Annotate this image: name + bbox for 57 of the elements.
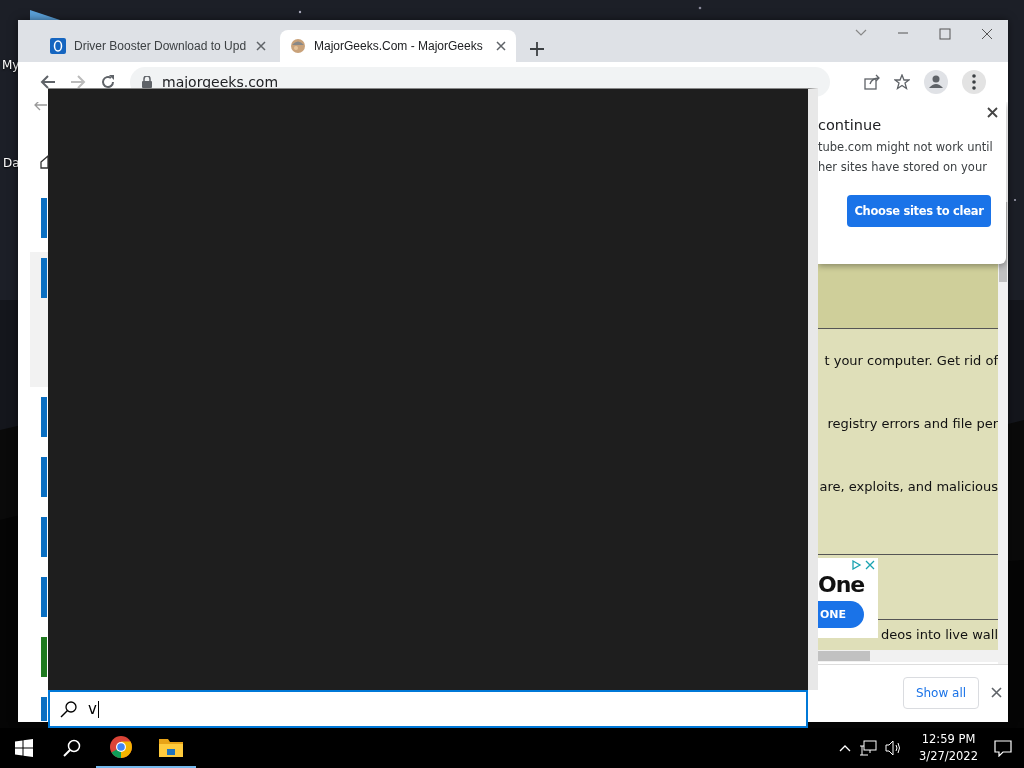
- menu-icon[interactable]: [962, 70, 986, 94]
- close-icon[interactable]: [991, 687, 1002, 698]
- ad-banner[interactable]: One ONE: [818, 558, 878, 638]
- close-icon[interactable]: [981, 28, 993, 40]
- article-text: registry errors and file per: [826, 415, 998, 433]
- favicon-icon: [290, 38, 306, 54]
- article-text: t your computer. Get rid of: [823, 352, 998, 370]
- popup-title: continue: [818, 117, 883, 133]
- browser-tab[interactable]: MajorGeeks.Com - MajorGeeks: [280, 30, 516, 62]
- network-icon[interactable]: [859, 740, 878, 756]
- forward-icon[interactable]: [70, 74, 86, 90]
- settings-tile[interactable]: [41, 198, 47, 238]
- time-text: 12:59 PM: [921, 731, 976, 748]
- star-icon[interactable]: [894, 74, 910, 90]
- settings-tile[interactable]: [41, 457, 47, 497]
- search-field[interactable]: v: [48, 690, 808, 728]
- lock-icon: [142, 76, 152, 88]
- choose-sites-button[interactable]: Choose sites to clear: [847, 195, 991, 227]
- scrollbar[interactable]: [998, 202, 1008, 664]
- browser-tab[interactable]: Driver Booster Download to Upd: [40, 30, 276, 62]
- ad-button[interactable]: ONE: [818, 601, 864, 628]
- ad-choices-icon[interactable]: [852, 560, 876, 570]
- favicon-icon: [50, 38, 66, 54]
- desktop-icon-label[interactable]: My: [2, 58, 20, 72]
- profile-icon[interactable]: [924, 70, 948, 94]
- search-icon: [63, 739, 81, 757]
- date-text: 3/27/2022: [919, 748, 978, 765]
- search-icon: [60, 700, 78, 718]
- settings-tile[interactable]: [41, 258, 47, 298]
- close-icon[interactable]: [987, 107, 998, 118]
- reload-icon[interactable]: [100, 74, 116, 90]
- notification-icon[interactable]: [994, 739, 1012, 757]
- settings-tile[interactable]: [41, 577, 47, 617]
- chrome-icon: [109, 735, 133, 759]
- folder-icon: [159, 736, 183, 758]
- article-text: are, exploits, and malicious: [818, 478, 998, 496]
- share-icon[interactable]: [864, 74, 880, 90]
- popup-text: tube.com might not work until: [818, 141, 994, 153]
- settings-tile[interactable]: [41, 637, 47, 677]
- home-icon[interactable]: [40, 155, 50, 169]
- close-icon[interactable]: [496, 41, 506, 51]
- settings-tile[interactable]: [41, 697, 47, 721]
- settings-tile[interactable]: [41, 397, 47, 437]
- back-icon[interactable]: [40, 74, 56, 90]
- close-icon[interactable]: [256, 41, 266, 51]
- maximize-icon[interactable]: [939, 28, 951, 40]
- chevron-up-icon[interactable]: [839, 744, 852, 752]
- scrollbar[interactable]: [818, 650, 998, 662]
- popup-text: her sites have stored on your: [818, 161, 988, 173]
- settings-tile[interactable]: [41, 517, 47, 557]
- windows-icon: [15, 739, 33, 757]
- ad-headline: One: [818, 572, 865, 597]
- show-all-button[interactable]: Show all: [903, 677, 979, 709]
- chevron-icon[interactable]: [855, 28, 867, 38]
- clock[interactable]: 12:59 PM 3/27/2022: [919, 731, 978, 765]
- article-text: deos into live wall: [880, 625, 998, 644]
- new-tab-icon[interactable]: [530, 42, 544, 56]
